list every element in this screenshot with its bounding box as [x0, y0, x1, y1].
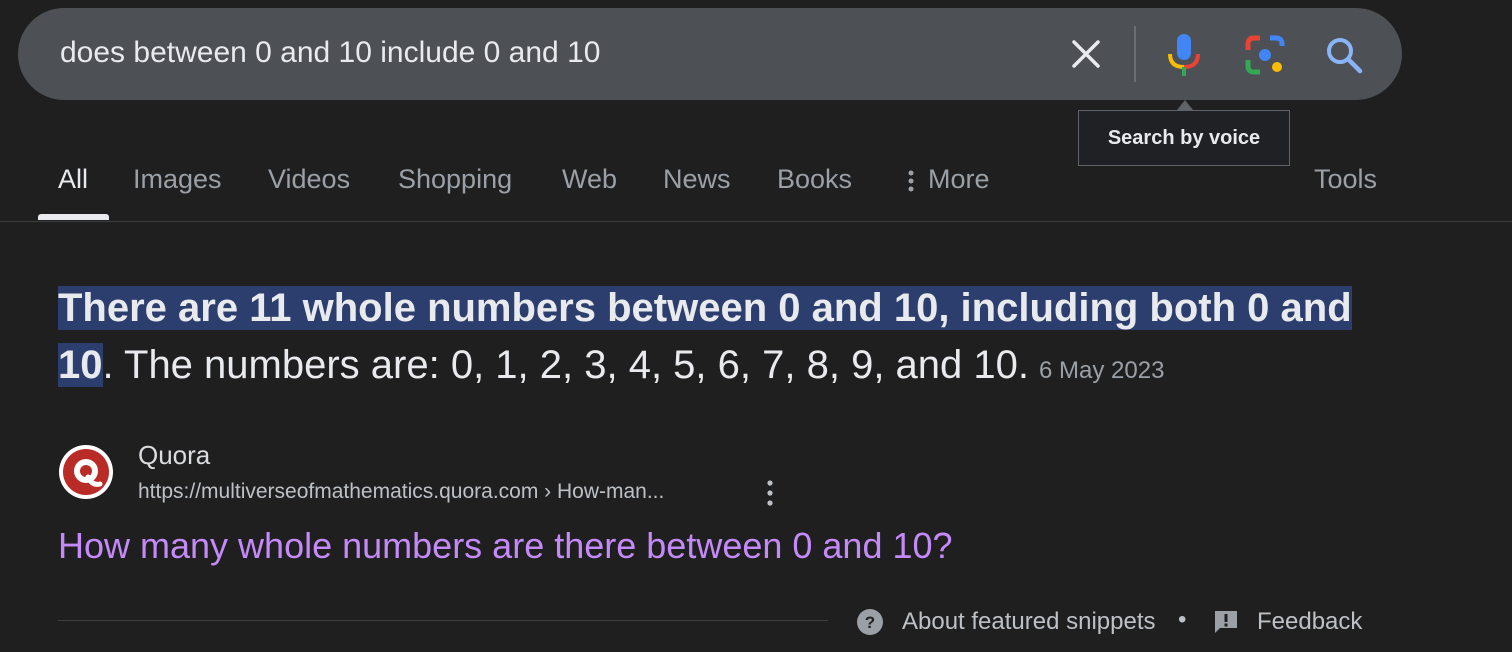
search-bar[interactable]: does between 0 and 10 include 0 and 10 [18, 8, 1402, 100]
tab-web[interactable]: Web [562, 164, 617, 195]
tab-books[interactable]: Books [777, 164, 852, 195]
footer-divider [58, 620, 828, 621]
tab-news[interactable]: News [663, 164, 731, 195]
search-results-page: does between 0 and 10 include 0 and 10 S… [0, 0, 1512, 652]
feedback-icon [1215, 611, 1237, 633]
snippet-highlight: There are 11 whole numbers between 0 and… [58, 286, 1352, 330]
microphone-icon[interactable] [1164, 32, 1204, 78]
tab-videos[interactable]: Videos [268, 164, 350, 195]
footer-separator: • [1178, 606, 1187, 633]
tab-images[interactable]: Images [133, 164, 222, 195]
featured-snippet-text: There are 11 whole numbers between 0 and… [58, 280, 1358, 399]
active-tab-indicator [38, 214, 109, 220]
lens-camera-icon[interactable] [1244, 34, 1286, 76]
result-title-link[interactable]: How many whole numbers are there between… [58, 525, 953, 567]
tab-more[interactable]: More [908, 164, 990, 195]
source-url[interactable]: https://multiverseofmathematics.quora.co… [138, 480, 664, 504]
more-vertical-icon [908, 170, 914, 192]
tooltip-notch [1177, 100, 1193, 110]
more-vertical-icon[interactable] [760, 478, 780, 508]
tab-all[interactable]: All [58, 164, 88, 195]
about-featured-snippets-link[interactable]: About featured snippets [902, 608, 1156, 636]
tools-button[interactable]: Tools [1314, 164, 1377, 195]
search-bar-divider [1134, 26, 1136, 82]
snippet-highlight-cont: 10 [58, 343, 103, 387]
tabs-divider [0, 221, 1512, 222]
svg-text:?: ? [865, 613, 875, 632]
snippet-rest: . The numbers are: 0, 1, 2, 3, 4, 5, 6, … [102, 343, 1030, 387]
tab-more-label: More [928, 164, 990, 194]
source-site-name[interactable]: Quora [138, 440, 210, 471]
search-query-text[interactable]: does between 0 and 10 include 0 and 10 [60, 36, 600, 70]
snippet-date: 6 May 2023 [1039, 357, 1165, 384]
feedback-link[interactable]: Feedback [1257, 608, 1362, 636]
help-circle-icon: ? [857, 609, 883, 635]
tab-shopping[interactable]: Shopping [398, 164, 512, 195]
quora-logo-icon[interactable] [58, 444, 114, 500]
close-icon[interactable] [1066, 34, 1106, 74]
search-icon[interactable] [1322, 33, 1366, 77]
search-tabs: All Images Videos Shopping Web News Book… [0, 158, 1512, 222]
